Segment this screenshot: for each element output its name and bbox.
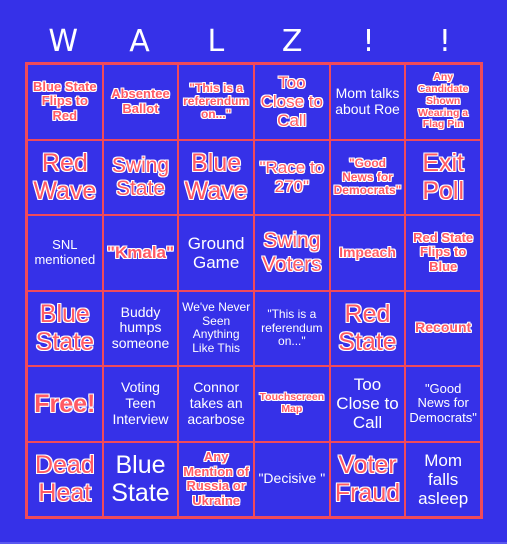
bingo-cell[interactable]: Any Mention of Russia or Ukraine <box>178 441 254 517</box>
cell-text: Red State <box>338 300 397 357</box>
title-letter: Z <box>281 24 303 59</box>
bingo-cell[interactable]: Any Candidate Shown Wearing a Flag Pin <box>405 64 481 140</box>
cell-text: Voting Teen Interview <box>112 379 169 427</box>
cell-text: Dead Heat <box>34 451 95 508</box>
cell-text: Mom falls asleep <box>418 450 469 508</box>
cell-text: Absentee Ballot <box>111 86 170 116</box>
bingo-cell[interactable]: Mom talks about Roe <box>329 64 406 140</box>
bingo-cell[interactable]: Mom falls asleep <box>405 441 481 517</box>
cell-text: Ground Game <box>187 233 245 272</box>
cell-text: Mom talks about Roe <box>335 85 400 117</box>
bingo-cell[interactable]: We've Never Seen Anything Like This <box>178 290 254 366</box>
bingo-cell[interactable]: Exit Poll <box>405 139 481 215</box>
bingo-cell[interactable]: "Kmala" <box>102 215 179 291</box>
cell-text: Impeach <box>339 243 396 260</box>
cell-text: Any Mention of Russia or Ukraine <box>183 449 250 508</box>
bingo-cell[interactable]: "This is a referendum on..." <box>178 64 254 140</box>
cell-text: Red Wave <box>33 149 97 206</box>
cell-text: Too Close to Call <box>336 375 399 433</box>
bingo-cell[interactable]: Too Close to Call <box>329 366 406 442</box>
bingo-cell[interactable]: Blue State Flips to Red <box>27 64 103 140</box>
bingo-cell[interactable]: Voting Teen Interview <box>102 366 179 442</box>
cell-text: Exit Poll <box>422 149 464 206</box>
bingo-cell[interactable]: Swing State <box>102 139 179 215</box>
bingo-cell[interactable]: Free! <box>27 366 103 442</box>
cell-text: Too Close to Call <box>260 73 323 131</box>
bingo-cell[interactable]: Blue Wave <box>178 139 254 215</box>
bingo-title: W A L Z ! ! <box>25 24 483 60</box>
cell-text: Connor takes an acarbose <box>187 379 245 427</box>
bingo-cell[interactable]: Red Wave <box>27 139 103 215</box>
cell-text: Buddy humps someone <box>111 303 170 352</box>
bingo-cell[interactable]: SNL mentioned <box>27 215 103 291</box>
cell-text: Blue State <box>111 451 170 508</box>
bingo-cell[interactable]: Blue State <box>27 290 103 366</box>
title-letter: A <box>129 24 150 59</box>
bingo-cell[interactable]: Touchscreen Map <box>253 366 330 442</box>
cell-text: "Kmala" <box>106 243 175 263</box>
bingo-cell[interactable]: "Good News for Democrats" <box>405 366 481 442</box>
cell-text: "Good News for Democrats" <box>333 156 402 197</box>
cell-text: Blue State Flips to Red <box>33 78 97 124</box>
title-letter: W <box>48 24 78 59</box>
bingo-cell[interactable]: Impeach <box>329 215 406 291</box>
cell-text: Red State Flips to Blue <box>413 229 474 275</box>
bingo-cell[interactable]: "This is a referendum on..." <box>253 290 330 366</box>
cell-text: Voter Fraud <box>334 451 401 508</box>
bingo-cell[interactable]: "Race to 270" <box>253 139 330 215</box>
cell-text: Touchscreen Map <box>259 391 325 415</box>
bingo-cell[interactable]: Voter Fraud <box>329 441 406 517</box>
bingo-cell[interactable]: Dead Heat <box>27 441 103 517</box>
cell-text: "Race to 270" <box>259 158 325 197</box>
bingo-cell[interactable]: Absentee Ballot <box>102 64 179 140</box>
bingo-cell[interactable]: "Good News for Democrats" <box>329 139 406 215</box>
bingo-cell[interactable]: Ground Game <box>178 215 254 291</box>
cell-text: Recount <box>415 319 472 336</box>
cell-text: We've Never Seen Anything Like This <box>182 300 251 355</box>
bingo-cell[interactable]: Swing Voters <box>253 215 330 291</box>
cell-text: "This is a referendum on..." <box>183 80 250 122</box>
bingo-cell[interactable]: Blue State <box>102 441 179 517</box>
bingo-cell[interactable]: Buddy humps someone <box>102 290 179 366</box>
title-letter: L <box>207 24 225 59</box>
cell-text: Any Candidate Shown Wearing a Flag Pin <box>417 71 469 131</box>
title-letter: ! <box>438 24 451 59</box>
cell-text: "This is a referendum on..." <box>261 307 323 348</box>
cell-text: Swing Voters <box>262 229 322 276</box>
title-letter: ! <box>362 24 375 59</box>
bingo-cell[interactable]: Too Close to Call <box>253 64 330 140</box>
bingo-cell[interactable]: Connor takes an acarbose <box>178 366 254 442</box>
cell-text: Free! <box>34 389 96 418</box>
cell-text: Blue State <box>35 300 95 357</box>
bingo-board: Blue State Flips to Red Absentee Ballot … <box>25 62 483 519</box>
bingo-cell[interactable]: "Decisive " <box>253 441 330 517</box>
bingo-cell[interactable]: Recount <box>405 290 481 366</box>
cell-text: "Good News for Democrats" <box>409 380 477 426</box>
bingo-cell[interactable]: Red State <box>329 290 406 366</box>
cell-text: Swing State <box>111 153 170 201</box>
cell-text: "Decisive " <box>258 470 326 487</box>
cell-text: Blue Wave <box>184 149 248 206</box>
cell-text: SNL mentioned <box>34 237 96 267</box>
bingo-cell[interactable]: Red State Flips to Blue <box>405 215 481 291</box>
